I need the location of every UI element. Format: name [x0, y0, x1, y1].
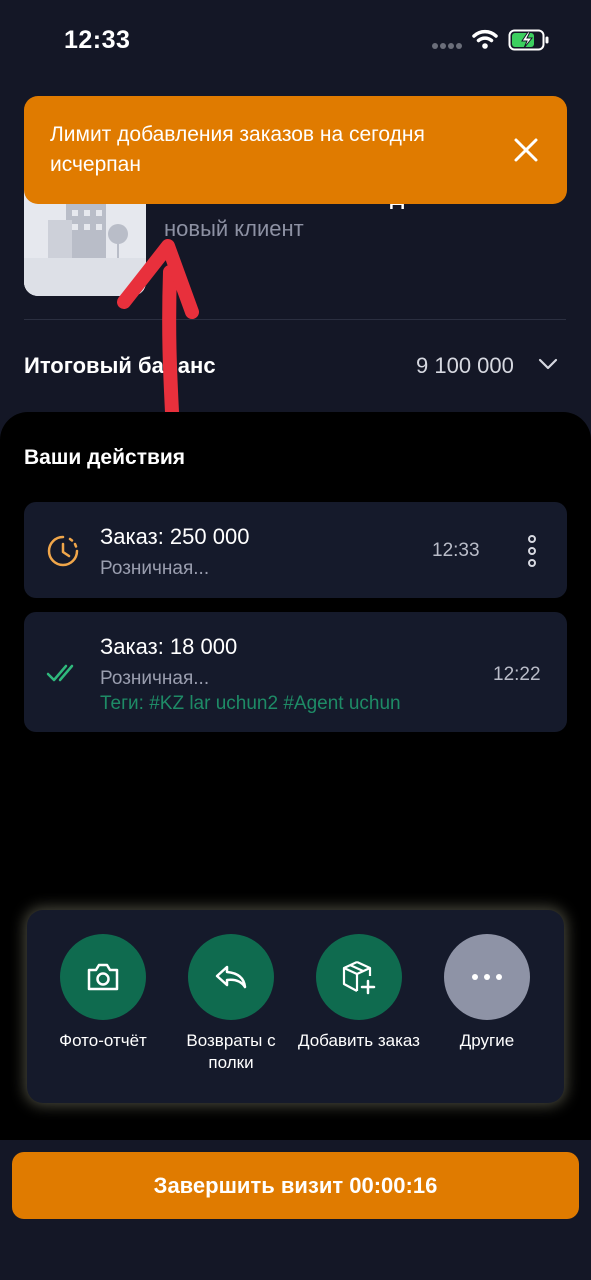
photo-report-button[interactable]: Фото-отчёт [39, 934, 167, 1052]
more-icon [444, 934, 530, 1020]
more-vertical-icon[interactable] [524, 534, 540, 568]
actions-title: Ваши действия [24, 446, 186, 469]
wifi-icon [472, 29, 498, 49]
quick-action-label: Фото-отчёт [59, 1031, 147, 1050]
quick-actions-panel: Фото-отчёт Возвраты с полки Добавить зак… [27, 910, 564, 1103]
signal-dots-icon [432, 43, 462, 49]
order-subtitle: Розничная... [100, 668, 210, 689]
limit-toast: Лимит добавления заказов на сегодня исче… [24, 96, 567, 204]
quick-action-label: Возвраты с полки [186, 1031, 276, 1072]
order-time: 12:22 [493, 664, 541, 685]
quick-action-label: Другие [459, 1031, 515, 1050]
return-arrow-icon [188, 934, 274, 1020]
order-title: Заказ: 250 000 [100, 524, 250, 549]
double-check-icon [46, 664, 74, 682]
finish-visit-button[interactable]: Завершить визит 00:00:16 [12, 1152, 579, 1219]
annotation-arrow-icon [117, 239, 199, 419]
order-title: Заказ: 18 000 [100, 634, 238, 659]
status-bar: 12:33 [0, 0, 591, 80]
order-tags: Теги: #KZ lar uchun2 #Agent uchun [100, 693, 401, 714]
order-time: 12:33 [432, 540, 480, 561]
order-subtitle: Розничная... [100, 558, 210, 579]
divider [24, 319, 566, 320]
close-icon[interactable] [512, 136, 540, 164]
quick-action-label: Добавить заказ [298, 1031, 420, 1050]
status-time: 12:33 [64, 26, 131, 54]
add-box-icon [316, 934, 402, 1020]
order-card[interactable]: Заказ: 18 000 Розничная... Теги: #KZ lar… [24, 612, 567, 732]
add-order-button[interactable]: Добавить заказ [295, 934, 423, 1052]
toast-message: Лимит добавления заказов на сегодня исче… [50, 123, 425, 176]
other-actions-button[interactable]: Другие [423, 934, 551, 1052]
camera-icon [60, 934, 146, 1020]
clock-icon [47, 535, 79, 567]
shelf-returns-button[interactable]: Возвраты с полки [167, 934, 295, 1074]
balance-value[interactable]: 9 100 000 [416, 353, 514, 379]
order-card[interactable]: Заказ: 250 000 Розничная... 12:33 [24, 502, 567, 598]
chevron-down-icon[interactable] [538, 358, 558, 370]
battery-charging-icon [508, 29, 549, 51]
